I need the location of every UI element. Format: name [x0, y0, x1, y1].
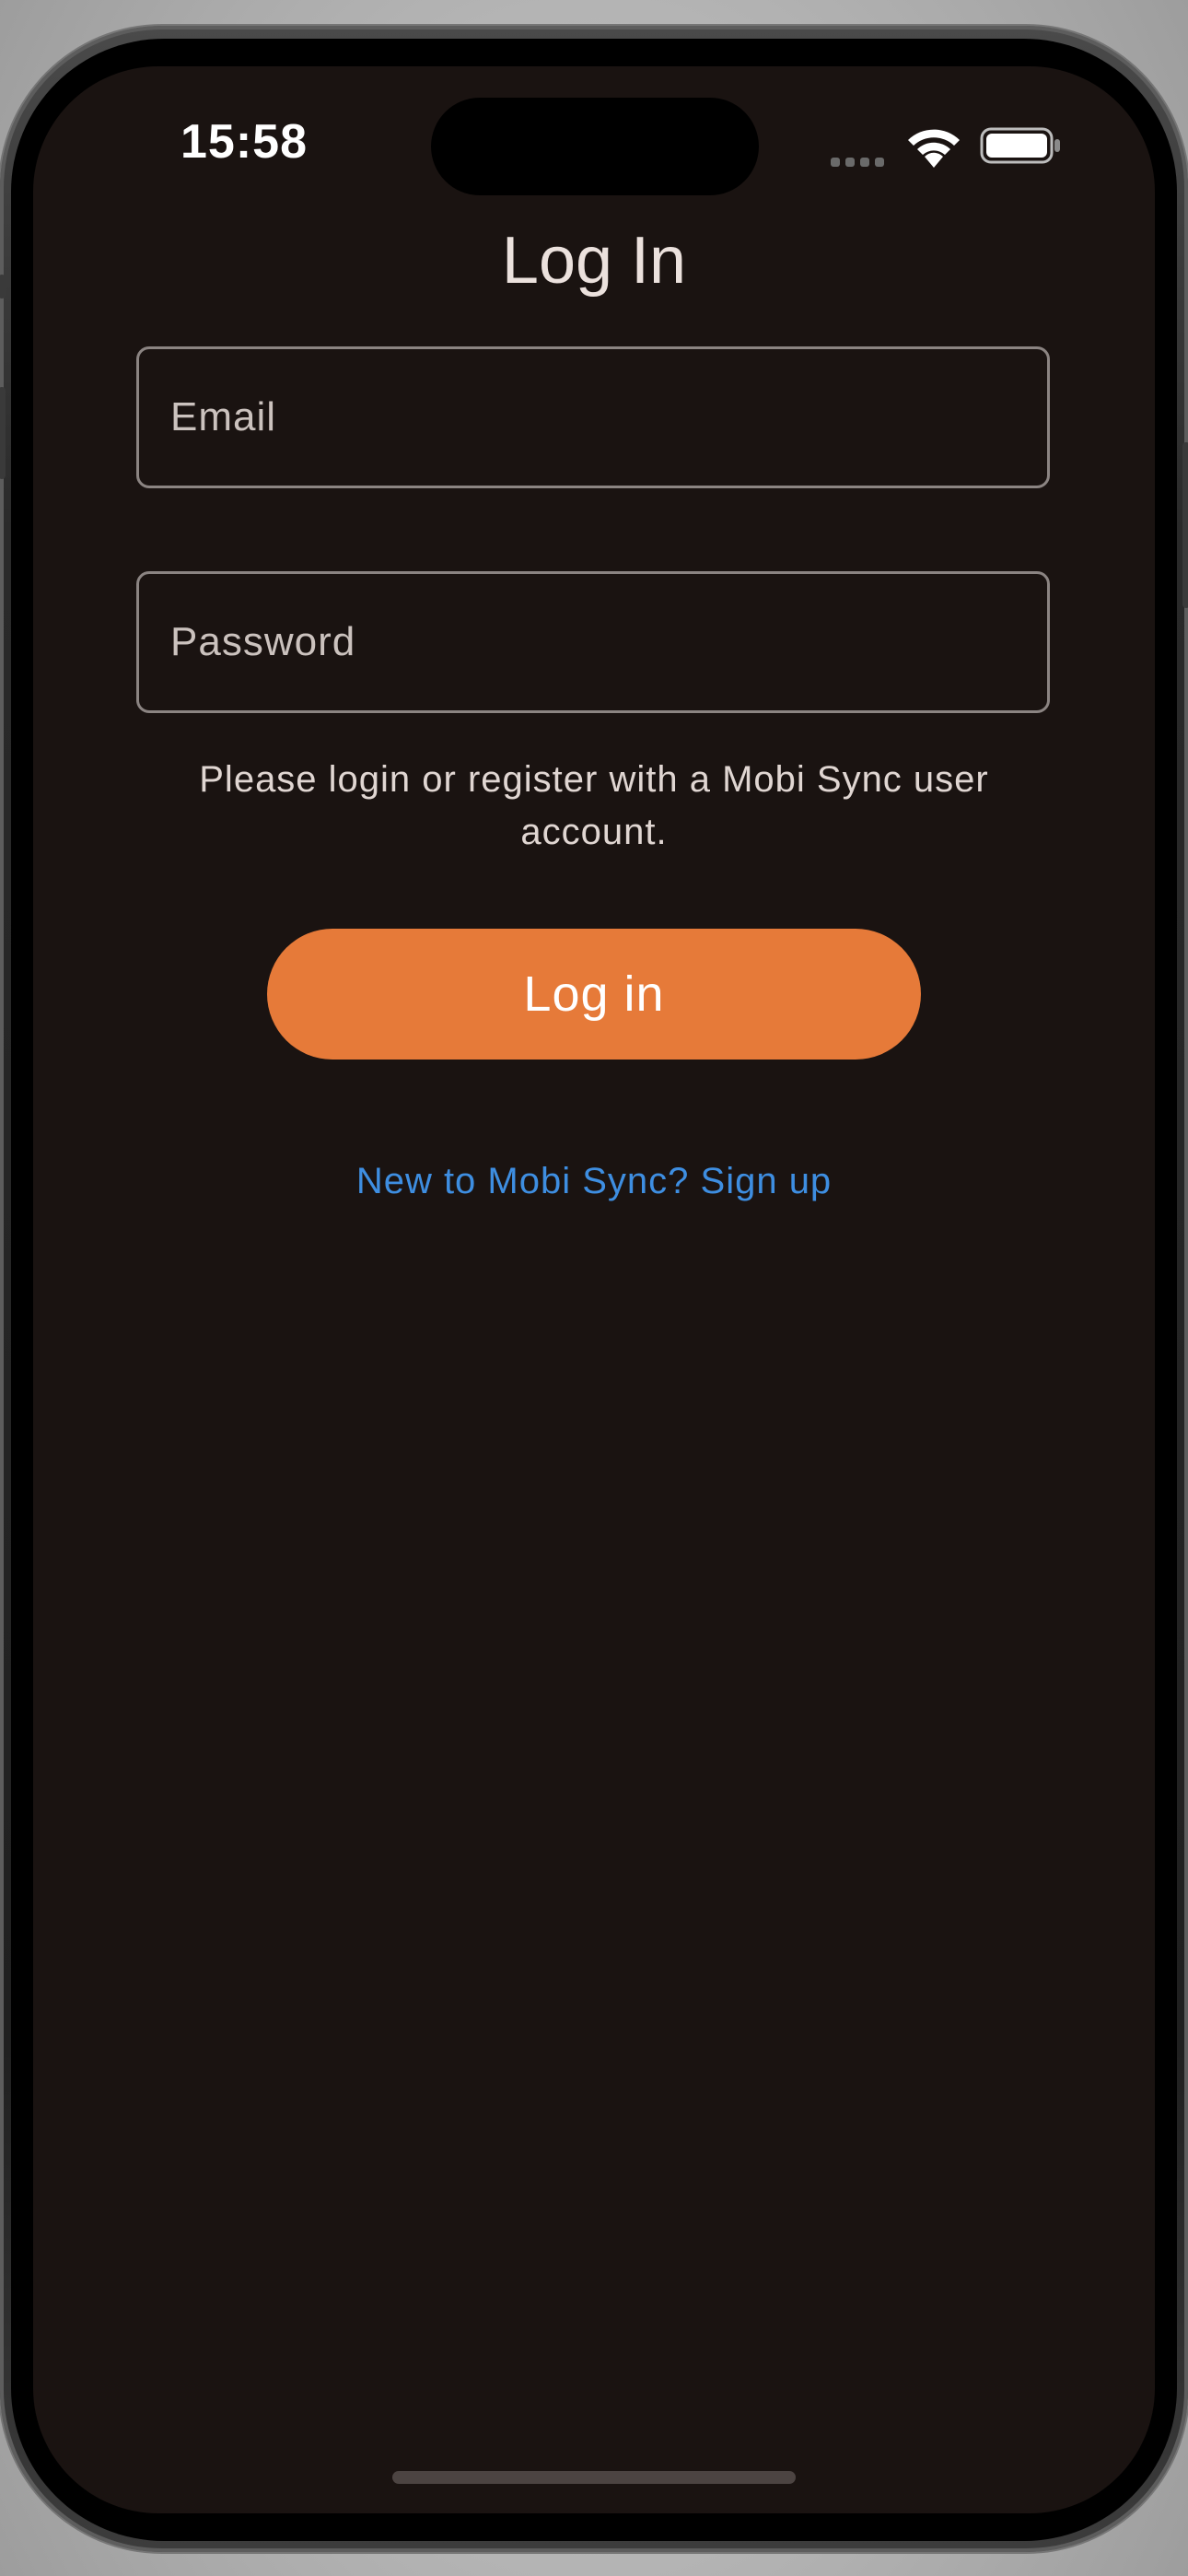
email-field[interactable] [136, 346, 1050, 488]
password-field[interactable] [136, 571, 1050, 713]
side-button [0, 387, 6, 479]
login-button[interactable]: Log in [267, 929, 921, 1060]
side-button [1182, 442, 1188, 608]
battery-icon [980, 127, 1060, 164]
cellular-signal-icon [831, 155, 891, 167]
login-hint-text: Please login or register with a Mobi Syn… [199, 759, 989, 852]
app-screen: 15:58 Log In Please login or register wi… [33, 66, 1155, 2513]
home-indicator[interactable] [392, 2471, 796, 2484]
dynamic-island [431, 98, 759, 195]
signup-link[interactable]: New to Mobi Sync? Sign up [33, 1161, 1155, 1202]
side-button [0, 275, 6, 299]
device-mockup: 15:58 Log In Please login or register wi… [0, 0, 1188, 2576]
wifi-icon [908, 129, 960, 168]
status-time: 15:58 [181, 115, 308, 169]
page-title: Log In [501, 224, 687, 298]
